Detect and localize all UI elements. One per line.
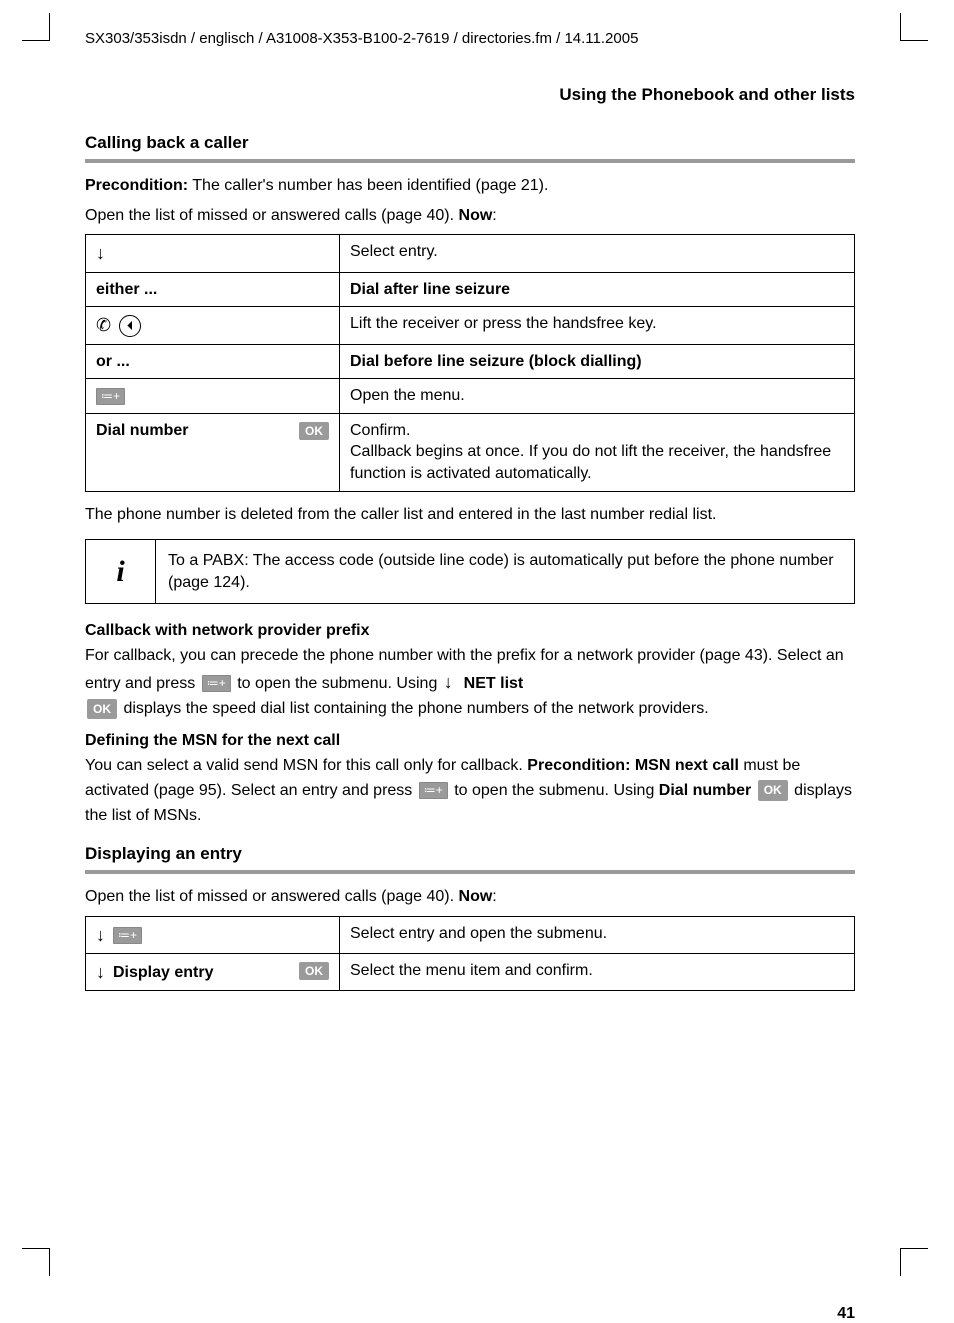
text: You can select a valid send MSN for this… <box>85 757 527 774</box>
msn-para: You can select a valid send MSN for this… <box>85 754 855 828</box>
open-list-text: Open the list of missed or answered call… <box>85 888 459 905</box>
cell: Open the menu. <box>340 379 855 414</box>
open-list-1: Open the list of missed or answered call… <box>85 205 855 227</box>
header-path: SX303/353isdn / englisch / A31008-X353-B… <box>85 30 855 47</box>
cell: Dial after line seizure <box>350 281 510 298</box>
menu-icon: ≔+ <box>202 675 231 692</box>
text: to open the submenu. Using <box>237 675 442 692</box>
table-row: or ... Dial before line seizure (block d… <box>86 344 855 379</box>
section-title: Using the Phonebook and other lists <box>85 85 855 105</box>
divider <box>85 159 855 163</box>
handsfree-icon: ⏴ <box>119 315 141 337</box>
msn-pre-label: Precondition: MSN next call <box>527 757 739 774</box>
cell: Select the menu item and confirm. <box>340 954 855 991</box>
cell: Confirm. Callback begins at once. If you… <box>340 413 855 491</box>
precondition: Precondition: The caller's number has be… <box>85 175 855 197</box>
down-arrow-icon: ↓ <box>96 923 105 947</box>
cell: or ... <box>96 353 130 370</box>
precondition-text: The caller's number has been identified … <box>188 177 548 194</box>
page-number: 41 <box>837 1305 855 1323</box>
ok-badge: OK <box>758 780 788 801</box>
cell: Dial before line seizure (block dialling… <box>350 353 642 370</box>
after-table-text: The phone number is deleted from the cal… <box>85 504 855 526</box>
open-list-2: Open the list of missed or answered call… <box>85 886 855 908</box>
menu-icon: ≔+ <box>96 388 125 405</box>
cell: Lift the receiver or press the handsfree… <box>340 307 855 344</box>
precondition-label: Precondition: <box>85 177 188 194</box>
ok-badge: OK <box>299 422 329 440</box>
open-list-text: Open the list of missed or answered call… <box>85 207 459 224</box>
now-label: Now <box>459 207 493 224</box>
table-row: Dial number OK Confirm. Callback begins … <box>86 413 855 491</box>
info-icon: i <box>86 540 156 603</box>
ok-badge: OK <box>87 699 117 720</box>
cell: Dial number <box>96 422 188 439</box>
info-text: To a PABX: The access code (outside line… <box>156 540 854 603</box>
ok-badge: OK <box>299 962 329 980</box>
text: to open the submenu. Using <box>454 782 659 799</box>
down-arrow-icon: ↓ <box>444 669 453 697</box>
menu-icon: ≔+ <box>113 927 142 944</box>
procedure-table-1: ↓ Select entry. either ... Dial after li… <box>85 234 855 491</box>
text: displays the speed dial list containing … <box>123 700 708 717</box>
menu-icon: ≔+ <box>419 782 448 799</box>
callback-prefix-para: For callback, you can precede the phone … <box>85 644 855 721</box>
msn-heading: Defining the MSN for the next call <box>85 732 855 750</box>
table-row: ↓ Display entry OK Select the menu item … <box>86 954 855 991</box>
cell: Select entry. <box>340 235 855 273</box>
phone-icon: ✆ <box>96 313 111 337</box>
table-row: either ... Dial after line seizure <box>86 272 855 307</box>
procedure-table-2: ↓ ≔+ Select entry and open the submenu. … <box>85 916 855 992</box>
now-label: Now <box>459 888 493 905</box>
info-box: i To a PABX: The access code (outside li… <box>85 539 855 604</box>
subsection-displaying-entry: Displaying an entry <box>85 844 855 864</box>
table-row: ✆ ⏴ Lift the receiver or press the hands… <box>86 307 855 344</box>
dial-number-label: Dial number <box>659 782 751 799</box>
down-arrow-icon: ↓ <box>96 960 105 984</box>
subsection-calling-back: Calling back a caller <box>85 133 855 153</box>
cell: either ... <box>96 281 157 298</box>
cell: Select entry and open the submenu. <box>340 916 855 953</box>
table-row: ↓ Select entry. <box>86 235 855 273</box>
cell: Display entry <box>113 962 213 984</box>
callback-prefix-heading: Callback with network provider prefix <box>85 622 855 640</box>
net-list-label: NET list <box>464 675 524 692</box>
down-arrow-icon: ↓ <box>96 241 105 265</box>
table-row: ≔+ Open the menu. <box>86 379 855 414</box>
table-row: ↓ ≔+ Select entry and open the submenu. <box>86 916 855 953</box>
divider <box>85 870 855 874</box>
